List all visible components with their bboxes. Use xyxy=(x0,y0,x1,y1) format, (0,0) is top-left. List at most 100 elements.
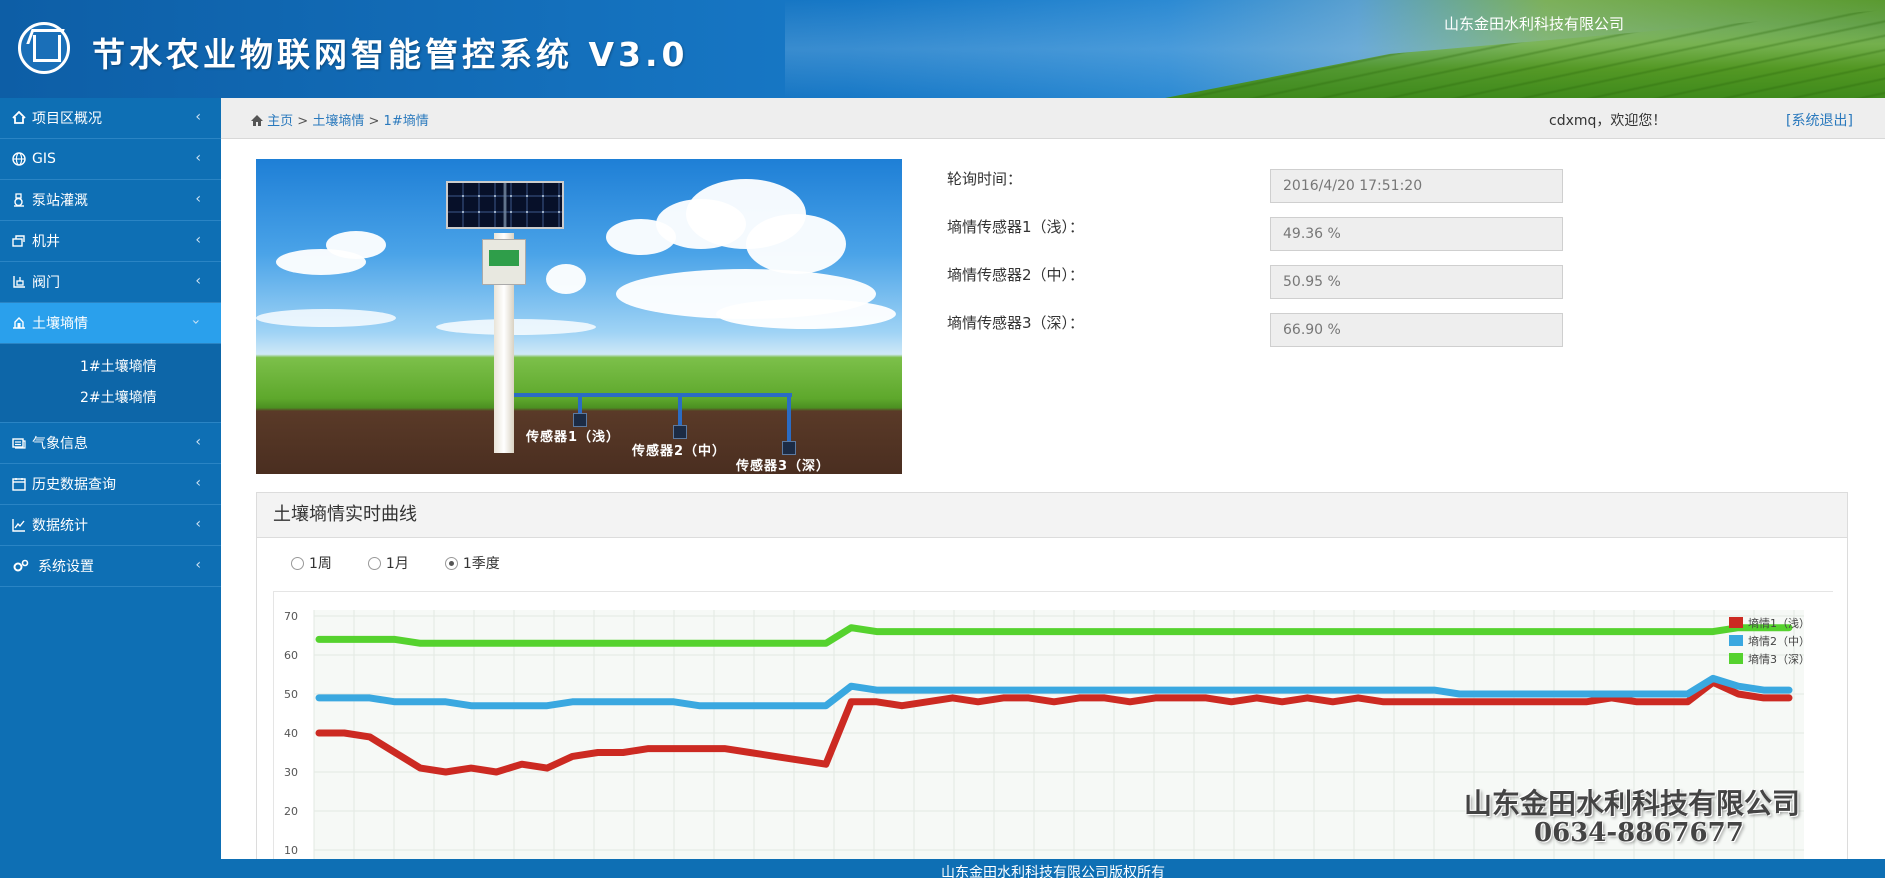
cloud xyxy=(256,309,396,327)
poll-time-label: 轮询时间： xyxy=(947,170,1023,188)
breadcrumb-home-link[interactable]: 主页 xyxy=(267,114,293,129)
watermark-phone: 0634-8867677 xyxy=(1534,818,1744,848)
sensor-2-field[interactable]: 50.95 % xyxy=(1270,265,1563,299)
soil-icon xyxy=(12,316,28,330)
sidebar-item-label: 机井 xyxy=(32,234,60,250)
sidebar-item-history[interactable]: 历史数据查询 ‹ xyxy=(0,464,221,505)
sidebar-item-valve[interactable]: 阀门 ‹ xyxy=(0,262,221,303)
cloud xyxy=(436,319,596,335)
moisture-line-chart: 10 20 30 40 50 60 70 墒情1（浅） 墒情2（中） 墒情3（深） 山东金田水利科… xyxy=(273,591,1833,878)
sensor-pipe xyxy=(578,393,582,415)
pump-icon xyxy=(12,193,28,207)
cloud xyxy=(746,214,846,274)
app-title: 节水农业物联网智能管控系统 V3.0 xyxy=(92,35,689,74)
calendar-icon xyxy=(12,477,28,491)
sensor-pipe xyxy=(787,393,791,443)
y-tick-label: 60 xyxy=(284,649,298,662)
chevron-left-icon: ‹ xyxy=(195,191,201,207)
chevron-left-icon: ‹ xyxy=(195,516,201,532)
sidebar-item-label: 气象信息 xyxy=(32,436,88,452)
submenu-item-soil-1[interactable]: 1#土壤墒情 xyxy=(0,352,221,383)
sidebar-item-label: GIS xyxy=(32,151,56,167)
range-week-radio[interactable]: 1周 xyxy=(291,553,332,573)
range-month-radio[interactable]: 1月 xyxy=(367,553,409,573)
soil-moisture-submenu: 1#土壤墒情 2#土壤墒情 xyxy=(0,344,221,423)
cloud xyxy=(326,231,386,259)
chart-panel-title: 土壤墒情实时曲线 xyxy=(257,493,1847,538)
legend-label: 墒情2（中） xyxy=(1748,635,1810,648)
weather-icon xyxy=(12,436,28,450)
y-tick-label: 10 xyxy=(284,844,298,857)
range-quarter-radio[interactable]: 1季度 xyxy=(444,553,500,573)
poll-time-field[interactable]: 2016/4/20 17:51:20 xyxy=(1270,169,1563,203)
legend-swatch xyxy=(1729,653,1743,664)
breadcrumb-bar: 主页 > 土壤墒情 > 1#墒情 cdxmq，欢迎您！ [系统退出] xyxy=(221,98,1885,139)
radio-dot-selected xyxy=(444,556,458,570)
valve-icon xyxy=(12,275,28,289)
range-selector: 1周 1月 1季度 xyxy=(291,553,536,573)
submenu-item-soil-2[interactable]: 2#土壤墒情 xyxy=(0,383,221,414)
sidebar-item-weather[interactable]: 气象信息 ‹ xyxy=(0,423,221,464)
realtime-chart-panel: 土壤墒情实时曲线 1周 1月 1季度 10 20 30 40 50 60 70 墒情1（浅） 墒… xyxy=(256,492,1848,878)
sensor-2 xyxy=(673,425,687,439)
gears-icon xyxy=(12,559,34,573)
cloud xyxy=(716,299,896,329)
footer: 山东金田水利科技有限公司版权所有 xyxy=(221,859,1885,878)
range-month-label: 1月 xyxy=(385,556,409,572)
y-tick-label: 30 xyxy=(284,766,298,779)
radio-dot xyxy=(291,556,304,570)
sidebar-item-label: 土壤墒情 xyxy=(32,316,88,332)
sensor-pipe xyxy=(514,393,792,397)
chevron-left-icon: ‹ xyxy=(195,150,201,166)
breadcrumb-separator: > xyxy=(368,114,380,129)
sensor-3-field[interactable]: 66.90 % xyxy=(1270,313,1563,347)
app-header: 节水农业物联网智能管控系统 V3.0 山东金田水利科技有限公司 xyxy=(0,0,1885,98)
sidebar-item-soil-moisture[interactable]: 土壤墒情 ‹ xyxy=(0,303,221,344)
sidebar: 项目区概况 ‹ GIS ‹ 泵站灌溉 ‹ 机井 ‹ 阀门 ‹ 土壤墒情 ‹ 1#… xyxy=(0,98,221,878)
sensor-1-label: 传感器1（浅） xyxy=(526,430,621,445)
chevron-down-icon: ‹ xyxy=(188,319,205,325)
chevron-left-icon: ‹ xyxy=(195,557,201,573)
chevron-left-icon: ‹ xyxy=(195,273,201,289)
cloud xyxy=(546,264,586,294)
sidebar-item-settings[interactable]: 系统设置 ‹ xyxy=(0,546,221,587)
breadcrumb: 主页 > 土壤墒情 > 1#墒情 xyxy=(251,110,429,130)
chart-icon xyxy=(12,518,28,532)
y-tick-label: 70 xyxy=(284,610,298,623)
logout-link[interactable]: [系统退出] xyxy=(1786,110,1853,130)
legend-swatch xyxy=(1729,617,1743,628)
globe-icon xyxy=(12,152,28,166)
sidebar-item-statistics[interactable]: 数据统计 ‹ xyxy=(0,505,221,546)
sensor-3 xyxy=(782,441,796,455)
footer-copyright: 山东金田水利科技有限公司版权所有 xyxy=(941,865,1165,878)
legend-label: 墒情3（深） xyxy=(1748,653,1810,666)
welcome-text: cdxmq，欢迎您！ xyxy=(1549,113,1667,129)
sensor-pipe xyxy=(678,393,682,427)
sensor-2-label-text: 墒情传感器2（中）： xyxy=(947,266,1085,284)
range-quarter-label: 1季度 xyxy=(462,556,500,572)
breadcrumb-current[interactable]: 1#墒情 xyxy=(384,114,429,129)
sidebar-item-label: 项目区概况 xyxy=(32,111,102,127)
chevron-left-icon: ‹ xyxy=(195,434,201,450)
sensor-3-label: 传感器3（深） xyxy=(736,459,831,474)
breadcrumb-soil-link[interactable]: 土壤墒情 xyxy=(312,114,364,129)
sidebar-item-label: 数据统计 xyxy=(32,518,88,534)
sidebar-item-label: 阀门 xyxy=(32,275,60,291)
station-photo: 传感器1（浅） 传感器2（中） 传感器3（深） xyxy=(256,159,902,474)
chevron-left-icon: ‹ xyxy=(195,232,201,248)
sensor-3-label-text: 墒情传感器3（深）： xyxy=(947,314,1085,332)
y-tick-label: 50 xyxy=(284,688,298,701)
home-icon xyxy=(12,110,28,125)
watermark-company: 山东金田水利科技有限公司 xyxy=(1464,787,1801,820)
y-tick-label: 40 xyxy=(284,727,298,740)
breadcrumb-separator: > xyxy=(297,114,309,129)
header-company-name: 山东金田水利科技有限公司 xyxy=(1444,15,1625,33)
sidebar-item-gis[interactable]: GIS ‹ xyxy=(0,139,221,180)
chevron-left-icon: ‹ xyxy=(195,109,201,125)
sensor-1-field[interactable]: 49.36 % xyxy=(1270,217,1563,251)
sidebar-item-pump-irrigation[interactable]: 泵站灌溉 ‹ xyxy=(0,180,221,221)
home-icon xyxy=(251,115,263,130)
sidebar-item-well[interactable]: 机井 ‹ xyxy=(0,221,221,262)
sidebar-item-overview[interactable]: 项目区概况 ‹ xyxy=(0,98,221,139)
sidebar-item-label: 系统设置 xyxy=(38,559,94,575)
